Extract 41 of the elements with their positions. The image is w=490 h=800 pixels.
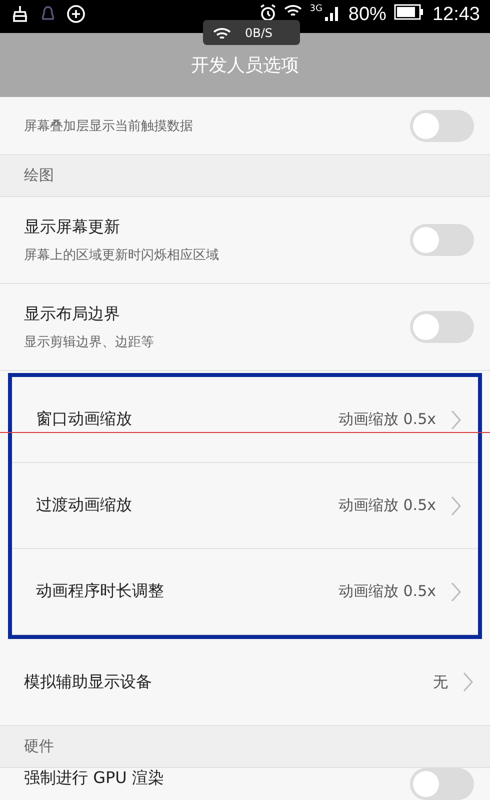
settings-row[interactable]: 动画程序时长调整 动画缩放 0.5x bbox=[12, 549, 478, 635]
toggle-switch[interactable] bbox=[410, 110, 474, 142]
setting-title: 过渡动画缩放 bbox=[36, 495, 133, 516]
setting-title: 模拟辅助显示设备 bbox=[24, 672, 153, 692]
setting-title: 显示屏幕更新 bbox=[24, 216, 121, 238]
setting-value: 动画缩放 0.5x bbox=[338, 496, 436, 515]
clock: 12:43 bbox=[432, 4, 480, 26]
setting-description: 屏幕叠加层显示当前触摸数据 bbox=[24, 118, 194, 134]
settings-row[interactable]: 强制进行 GPU 渲染 bbox=[0, 768, 490, 800]
section-title: 硬件 bbox=[24, 737, 54, 756]
chevron-right-icon bbox=[450, 580, 462, 602]
setting-value: 动画缩放 0.5x bbox=[338, 410, 436, 429]
page-title: 开发人员选项 bbox=[191, 54, 299, 77]
settings-row[interactable]: 显示布局边界 显示剪辑边界、边距等 bbox=[0, 284, 490, 371]
setting-value: 动画缩放 0.5x bbox=[338, 582, 436, 601]
chevron-right-icon bbox=[450, 408, 462, 430]
alarm-icon bbox=[260, 4, 276, 21]
settings-row[interactable]: 窗口动画缩放 动画缩放 0.5x bbox=[12, 377, 478, 463]
setting-title: 强制进行 GPU 渲染 bbox=[24, 768, 165, 789]
network-speed: 0B/S bbox=[245, 26, 273, 40]
wifi-icon bbox=[213, 26, 231, 38]
signal-icon bbox=[324, 4, 340, 22]
setting-value: 无 bbox=[433, 672, 448, 692]
network-type: 3G bbox=[310, 4, 322, 14]
toggle-switch[interactable] bbox=[410, 311, 474, 343]
toggle-switch[interactable] bbox=[410, 224, 474, 256]
plus-circle-icon bbox=[66, 4, 86, 24]
setting-description: 显示剪辑边界、边距等 bbox=[24, 334, 155, 350]
battery-icon bbox=[394, 4, 424, 20]
settings-row[interactable]: 显示屏幕更新 屏幕上的区域更新时闪烁相应区域 bbox=[0, 197, 490, 284]
chevron-right-icon bbox=[462, 671, 474, 693]
setting-title: 动画程序时长调整 bbox=[36, 581, 165, 602]
battery-percentage: 80% bbox=[348, 4, 386, 26]
chevron-right-icon bbox=[450, 494, 462, 516]
section-title: 绘图 bbox=[24, 166, 54, 185]
setting-description: 屏幕上的区域更新时闪烁相应区域 bbox=[24, 246, 220, 264]
wifi-icon bbox=[284, 4, 302, 16]
setting-title: 显示布局边界 bbox=[24, 304, 121, 324]
settings-row[interactable]: 过渡动画缩放 动画缩放 0.5x bbox=[12, 463, 478, 549]
setting-title: 窗口动画缩放 bbox=[36, 409, 133, 430]
toggle-switch[interactable] bbox=[410, 768, 474, 800]
